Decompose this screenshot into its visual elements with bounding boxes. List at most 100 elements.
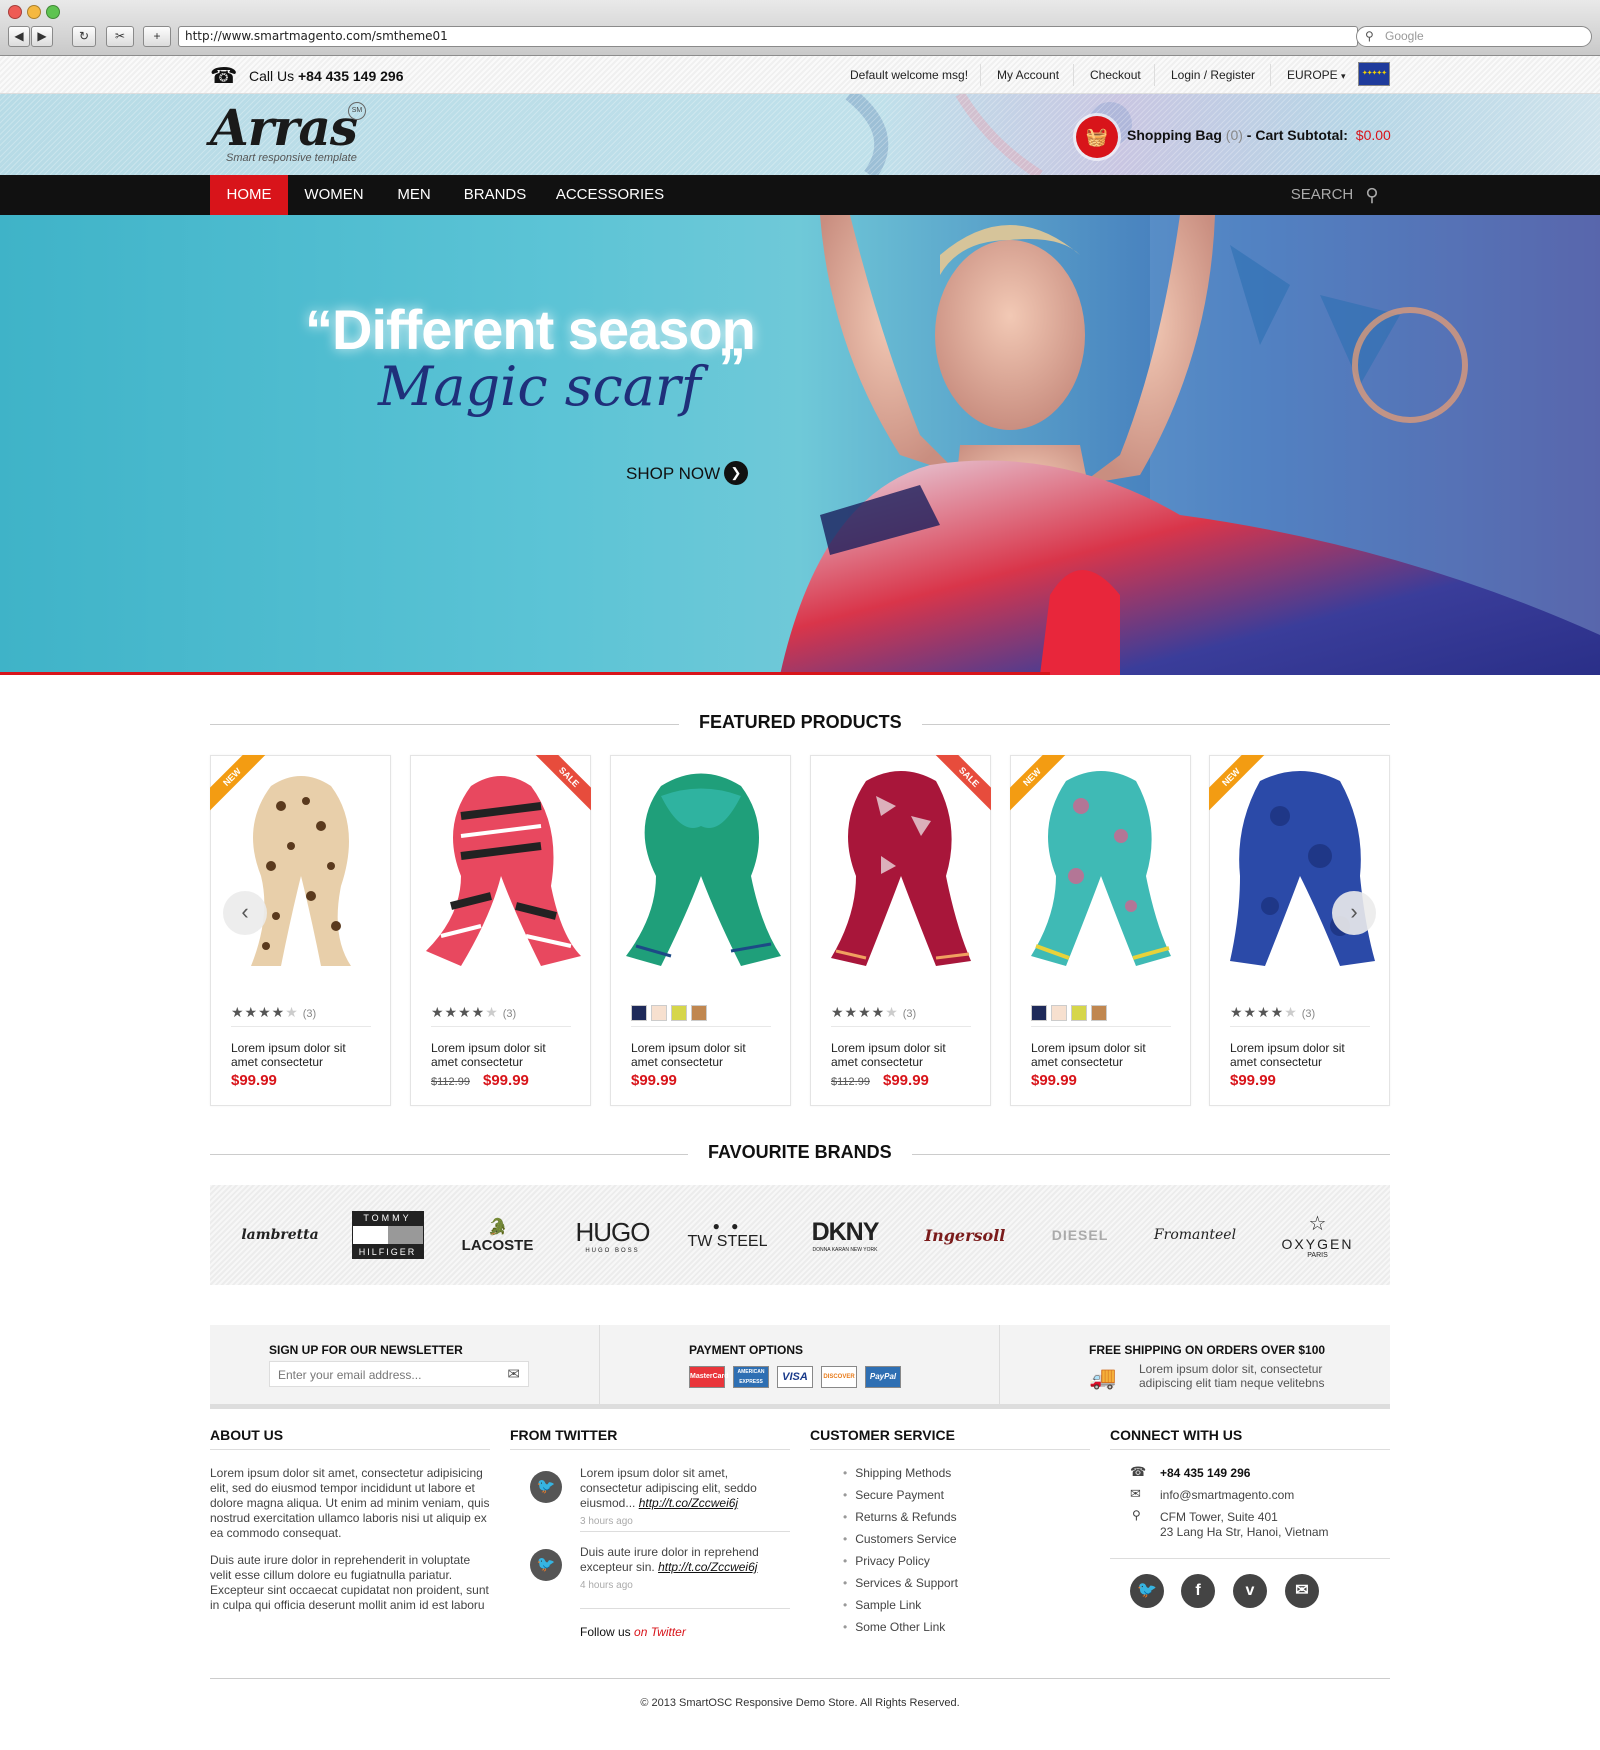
product-card[interactable]: NEW Lorem ipsum dolor sit amet consectet… <box>1010 755 1191 1106</box>
new-tab-icon[interactable]: + <box>143 26 171 47</box>
bookmarks-icon[interactable]: ✂ <box>106 26 134 47</box>
color-swatch-tan[interactable] <box>1091 1005 1107 1021</box>
product-name[interactable]: Lorem ipsum dolor sit amet consectetur <box>1031 1041 1171 1069</box>
cart-summary[interactable]: Shopping Bag (0) - Cart Subtotal: $0.00 <box>1127 127 1391 143</box>
cs-link-other[interactable]: • Some Other Link <box>843 1620 945 1634</box>
cs-link-privacy[interactable]: • Privacy Policy <box>843 1554 930 1568</box>
shopping-basket-icon[interactable]: 🧺 <box>1076 116 1118 158</box>
facebook-icon[interactable]: f <box>1181 1574 1215 1608</box>
brand-dkny[interactable]: DKNY DONNA KARAN NEW YORK <box>795 1185 895 1285</box>
hero-quote-close: ” <box>718 336 746 399</box>
twitter-bird-icon[interactable]: 🐦 <box>530 1549 562 1581</box>
product-name[interactable]: Lorem ipsum dolor sit amet consectetur <box>831 1041 971 1069</box>
product-card[interactable]: SALE ★★★★★ (3) Lorem ipsum dolor sit amet… <box>410 755 591 1106</box>
nav-item-accessories[interactable]: ACCESSORIES <box>550 175 670 215</box>
region-selector[interactable]: EUROPE ▾ <box>1287 68 1346 82</box>
logo[interactable]: Arras <box>210 98 358 157</box>
follow-twitter-link[interactable]: on Twitter <box>634 1625 686 1639</box>
my-account-link[interactable]: My Account <box>997 68 1059 82</box>
carousel-prev-icon[interactable]: ‹ <box>223 891 267 935</box>
nav-search-label[interactable]: SEARCH <box>1290 175 1354 215</box>
cs-link-sample[interactable]: • Sample Link <box>843 1598 921 1612</box>
tweet-link[interactable]: http://t.co/Zccwei6j <box>639 1496 738 1510</box>
brand-lacoste[interactable]: 🐊 LACOSTE <box>450 1185 545 1285</box>
brand-fromanteel[interactable]: Fromanteel <box>1145 1185 1245 1285</box>
brand-lambretta[interactable]: lambretta <box>230 1185 330 1285</box>
tweet-line: eiusmod... <box>580 1496 636 1510</box>
cs-link-payment[interactable]: • Secure Payment <box>843 1488 944 1502</box>
nav-item-women[interactable]: WOMEN <box>298 175 370 215</box>
brand-tommy-hilfiger[interactable]: TOMMY HILFIGER <box>350 1185 425 1285</box>
nav-item-home[interactable]: HOME <box>210 175 288 215</box>
twitter-icon[interactable]: 🐦 <box>1130 1574 1164 1608</box>
zoom-window-icon[interactable] <box>46 5 60 19</box>
separator <box>599 1325 600 1404</box>
brand-oxygen[interactable]: ☆ OXYGEN PARIS <box>1265 1185 1370 1285</box>
shopping-bag-label: Shopping Bag <box>1127 127 1222 143</box>
text-line: velit esse cillum dolore eu fugiatnulla … <box>210 1568 453 1582</box>
cs-link-services[interactable]: • Services & Support <box>843 1576 958 1590</box>
paypal-icon: PayPal <box>865 1366 901 1388</box>
close-window-icon[interactable] <box>8 5 22 19</box>
eu-flag-icon[interactable]: ✦✦✦✦✦ <box>1358 62 1390 86</box>
minimize-window-icon[interactable] <box>27 5 41 19</box>
product-card[interactable]: SALE ★★★★★ (3) Lorem ipsum dolor sit amet… <box>810 755 991 1106</box>
brand-ingersoll[interactable]: Ingersoll <box>915 1185 1015 1285</box>
search-icon[interactable]: ⚲ <box>1360 175 1384 215</box>
product-name[interactable]: Lorem ipsum dolor sit amet consectetur <box>231 1041 371 1069</box>
checkout-link[interactable]: Checkout <box>1090 68 1141 82</box>
cs-link-customers[interactable]: • Customers Service <box>843 1532 957 1546</box>
back-icon[interactable]: ◀ <box>8 26 30 47</box>
reload-icon[interactable]: ↻ <box>72 26 96 47</box>
product-name[interactable]: Lorem ipsum dolor sit amet consectetur <box>431 1041 571 1069</box>
color-swatch-beige[interactable] <box>651 1005 667 1021</box>
product-card[interactable]: Lorem ipsum dolor sit amet consectetur $… <box>610 755 791 1106</box>
color-swatch-lime[interactable] <box>671 1005 687 1021</box>
connect-email[interactable]: info@smartmagento.com <box>1160 1488 1294 1503</box>
envelope-icon: ✉ <box>1130 1486 1141 1501</box>
login-register-link[interactable]: Login / Register <box>1171 68 1255 82</box>
email-icon[interactable]: ✉ <box>1285 1574 1319 1608</box>
product-name[interactable]: Lorem ipsum dolor sit amet consectetur <box>1230 1041 1370 1069</box>
nav-item-brands[interactable]: BRANDS <box>458 175 532 215</box>
tweet-divider <box>580 1608 790 1609</box>
shipping-line: Lorem ipsum dolor sit, consectetur <box>1139 1362 1323 1376</box>
cs-link-returns[interactable]: • Returns & Refunds <box>843 1510 957 1524</box>
color-swatch-navy[interactable] <box>631 1005 647 1021</box>
twitter-bird-icon[interactable]: 🐦 <box>530 1471 562 1503</box>
card-divider <box>631 1026 771 1027</box>
amex-icon: AMERICAN EXPRESS <box>733 1366 769 1388</box>
color-swatch-navy[interactable] <box>1031 1005 1047 1021</box>
color-swatch-tan[interactable] <box>691 1005 707 1021</box>
nav-item-men[interactable]: MEN <box>384 175 444 215</box>
hero-headline-block: “Different season <box>305 297 756 362</box>
brand-tw-steel[interactable]: ● ● TW STEEL <box>680 1185 775 1285</box>
address-bar[interactable]: http://www.smartmagento.com/smtheme01 <box>178 26 1358 47</box>
text-line: Lorem ipsum dolor sit amet, consectetur … <box>210 1466 483 1480</box>
column-divider <box>510 1449 790 1450</box>
newsletter-email-input[interactable]: Enter your email address... ✉ <box>269 1361 529 1387</box>
carousel-next-icon[interactable]: › <box>1332 891 1376 935</box>
product-card[interactable]: NEW ‹ ★★★★★ (3) Lorem ipsum dolor sit ame… <box>210 755 391 1106</box>
brand-hugo-boss[interactable]: HUGO HUGO BOSS <box>565 1185 660 1285</box>
tweet-line: Duis aute irure dolor in reprehend <box>580 1545 759 1559</box>
new-badge: NEW <box>1209 755 1269 815</box>
color-swatch-lime[interactable] <box>1071 1005 1087 1021</box>
product-old-price: $112.99 <box>831 1076 870 1088</box>
product-card[interactable]: NEW › ★★★★★ (3) Lorem ipsum dolor sit ame… <box>1209 755 1390 1106</box>
envelope-icon[interactable]: ✉ <box>507 1365 520 1383</box>
vimeo-icon[interactable]: v <box>1233 1574 1267 1608</box>
browser-search-input[interactable]: ⚲ Google <box>1356 26 1592 47</box>
brand-logos-strip: lambretta TOMMY HILFIGER 🐊 LACOSTE HUGO HU… <box>210 1185 1390 1285</box>
cs-link-shipping[interactable]: • Shipping Methods <box>843 1466 951 1480</box>
color-swatch-beige[interactable] <box>1051 1005 1067 1021</box>
magnifier-icon: ⚲ <box>1365 29 1374 43</box>
product-name[interactable]: Lorem ipsum dolor sit amet consectetur <box>631 1041 771 1069</box>
tweet-link[interactable]: http://t.co/Zccwei6j <box>658 1560 757 1574</box>
site-header: Arras SM Smart responsive template 🧺 Sho… <box>0 94 1600 175</box>
brand-diesel[interactable]: DIESEL <box>1035 1185 1125 1285</box>
shop-now-button[interactable]: SHOP NOW ❯ <box>626 461 748 485</box>
hero-banner[interactable]: “Different season Magic scarf ” SHOP NOW… <box>0 215 1600 675</box>
forward-icon[interactable]: ▶ <box>31 26 53 47</box>
product-image-green-scarf[interactable] <box>621 766 781 966</box>
